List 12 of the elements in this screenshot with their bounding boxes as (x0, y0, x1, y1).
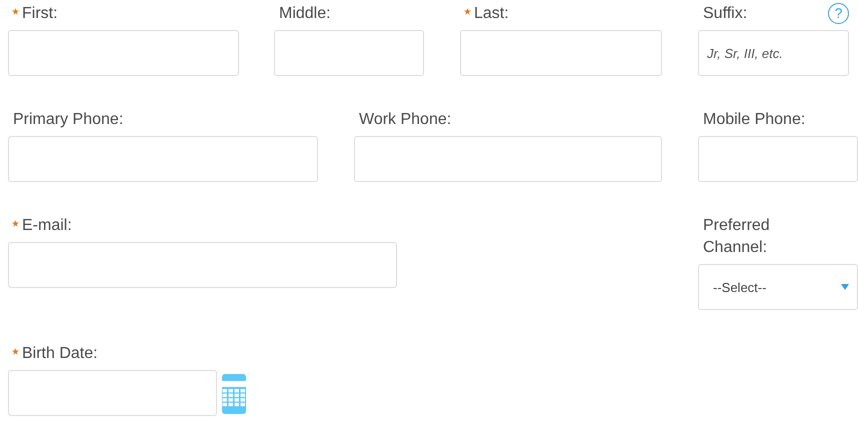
field-label: Preferred Channel: (702, 216, 771, 258)
dropdown-field[interactable]: --Select-- (698, 264, 858, 310)
field-label: E-mail: (21, 216, 72, 236)
field-label: Birth Date: (21, 344, 98, 364)
field-label: Suffix: (702, 4, 748, 24)
field-label: Last: (473, 4, 509, 24)
text-field[interactable]: Jr, Sr, III, etc. (698, 30, 849, 76)
field-label: First: (21, 4, 58, 24)
field-label: Middle: (278, 4, 331, 24)
field-label: Primary Phone: (12, 110, 124, 130)
field-label: Work Phone: (358, 110, 452, 130)
field-label: Mobile Phone: (702, 110, 806, 130)
